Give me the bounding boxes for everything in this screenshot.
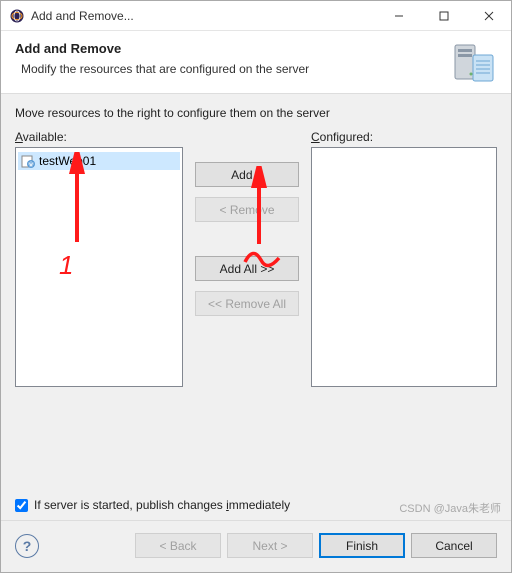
- titlebar: Add and Remove...: [1, 1, 511, 31]
- minimize-button[interactable]: [376, 1, 421, 30]
- add-button[interactable]: Add >: [195, 162, 299, 187]
- finish-button[interactable]: Finish: [319, 533, 405, 558]
- dialog-header-text: Add and Remove Modify the resources that…: [15, 41, 453, 83]
- next-button[interactable]: Next >: [227, 533, 313, 558]
- available-column: Available: testWeb01: [15, 130, 183, 486]
- remove-all-button[interactable]: << Remove All: [195, 291, 299, 316]
- dialog-footer: ? < Back Next > Finish Cancel: [1, 520, 511, 572]
- transfer-buttons: Add > < Remove Add All >> << Remove All: [183, 130, 311, 486]
- close-button[interactable]: [466, 1, 511, 30]
- window-title: Add and Remove...: [31, 9, 376, 23]
- web-project-icon: [20, 153, 36, 169]
- dialog-content: Move resources to the right to configure…: [1, 94, 511, 520]
- configured-column: Configured:: [311, 130, 497, 486]
- watermark: CSDN @Java朱老师: [399, 500, 501, 516]
- publish-checkbox[interactable]: [15, 499, 28, 512]
- help-button[interactable]: ?: [15, 534, 39, 558]
- columns: Available: testWeb01 Add > < Remove Add …: [15, 130, 497, 486]
- maximize-button[interactable]: [421, 1, 466, 30]
- eclipse-icon: [9, 8, 25, 24]
- back-button[interactable]: < Back: [135, 533, 221, 558]
- configured-label: Configured:: [311, 130, 497, 144]
- add-all-button[interactable]: Add All >>: [195, 256, 299, 281]
- dialog-header: Add and Remove Modify the resources that…: [1, 31, 511, 94]
- cancel-button[interactable]: Cancel: [411, 533, 497, 558]
- publish-checkbox-label[interactable]: If server is started, publish changes im…: [34, 498, 290, 512]
- server-icon: [453, 41, 495, 83]
- list-item[interactable]: testWeb01: [18, 152, 180, 170]
- list-item-label: testWeb01: [39, 154, 96, 168]
- dialog-window: Add and Remove... Add and Remove Modify …: [0, 0, 512, 573]
- dialog-subtitle: Modify the resources that are configured…: [21, 62, 453, 76]
- dialog-title: Add and Remove: [15, 41, 453, 56]
- configured-listbox[interactable]: [311, 147, 497, 387]
- available-listbox[interactable]: testWeb01: [15, 147, 183, 387]
- remove-button[interactable]: < Remove: [195, 197, 299, 222]
- available-label: Available:: [15, 130, 183, 144]
- instruction-text: Move resources to the right to configure…: [15, 106, 497, 120]
